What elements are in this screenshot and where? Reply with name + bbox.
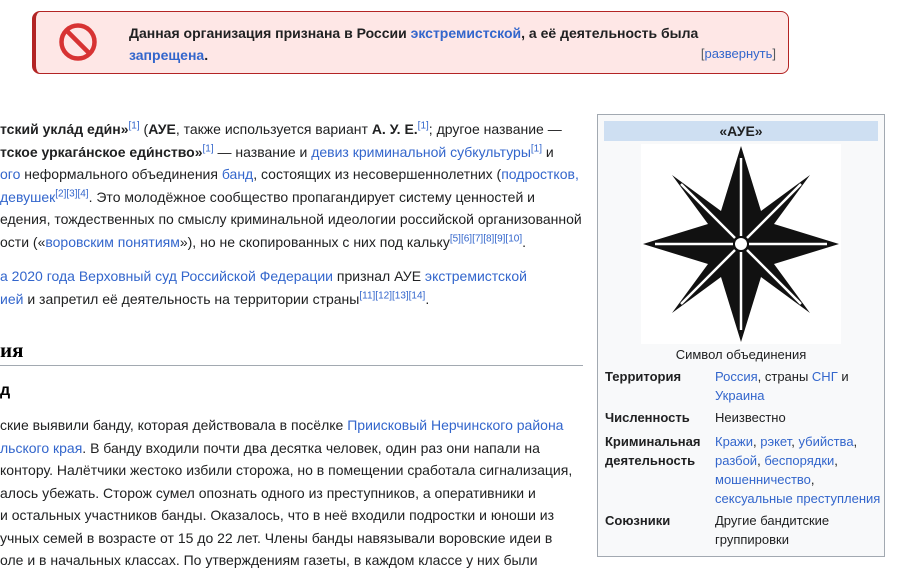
row-label: Территория	[605, 369, 682, 384]
link-murder[interactable]: убийства	[798, 434, 853, 449]
lead-line-6: ости («воровским понятиям»), но не скопи…	[0, 232, 527, 250]
link-cis[interactable]: СНГ	[812, 369, 838, 384]
link-gangs[interactable]: банд	[222, 166, 253, 182]
link-banned[interactable]: запрещена	[129, 47, 204, 63]
ref-link[interactable]: [5][6][7][8][9][10]	[450, 233, 522, 244]
body-line-3: контору. Налётчики жестоко избили сторож…	[0, 462, 573, 478]
body-line-6: учных семей в возрасте от 15 до 22 лет. …	[0, 529, 553, 546]
infobox-image[interactable]	[641, 144, 841, 344]
link-robbery[interactable]: разбой	[715, 453, 757, 468]
prohibited-icon	[59, 23, 97, 61]
infobox-title: «АУЕ»	[604, 121, 878, 141]
link-date[interactable]: а 2020 года	[0, 268, 75, 284]
notice-text: Данная организация признана в России экс…	[129, 25, 699, 63]
lead-line-2: тское уркага́нское еди́нство»[1] — назва…	[0, 142, 554, 160]
lead-line-1: тский укла́д еди́н»[1] (АУЕ, также испол…	[0, 120, 562, 137]
row-value: Россия, страны СНГ и Украина	[715, 369, 849, 403]
link-teenagers[interactable]: подростков,	[501, 166, 579, 182]
expand-link[interactable]: развернуть	[704, 46, 772, 61]
link-extremist[interactable]: экстремистской	[411, 25, 522, 41]
ref-link[interactable]: [2][3][4]	[55, 188, 88, 199]
link-extremist-org[interactable]: экстремистской	[425, 268, 527, 284]
row-value: Неизвестно	[715, 410, 786, 425]
link-fragment[interactable]: ого	[0, 166, 20, 182]
row-value: Кражи, рэкет, убийства, разбой, беспоряд…	[715, 434, 881, 506]
ref-link[interactable]: [11][12][13][14]	[359, 290, 425, 301]
body-line-1: ские выявили банду, которая действовала …	[0, 417, 564, 433]
extremist-notice-box: Данная организация признана в России экс…	[32, 11, 789, 74]
body-line-4: алось убежать. Сторож сумел опознать одн…	[0, 484, 536, 501]
row-label: Союзники	[605, 513, 671, 528]
body-line-5: и остальных участников банды. Оказалось,…	[0, 507, 555, 523]
row-value: Другие бандитские группировки	[715, 513, 830, 547]
lead-line-4: девушек[2][3][4]. Это молодёжное сообщес…	[0, 187, 535, 205]
link-ukraine[interactable]: Украина	[715, 388, 765, 403]
para2-line-2: ией и запретил её деятельность на террит…	[0, 289, 430, 307]
ref-link[interactable]: [1]	[531, 143, 542, 154]
heading-divider	[0, 365, 583, 366]
ref-link[interactable]: [1]	[418, 120, 429, 131]
infobox-caption: Символ объединения	[675, 347, 807, 362]
link-fragment[interactable]: ией	[0, 291, 23, 307]
infobox: «АУЕ» Символ объединения Территория Росс…	[597, 114, 885, 557]
link-krai[interactable]: льского края	[0, 440, 82, 456]
section-heading: ия	[0, 338, 24, 362]
lead-line-3: ого неформального объединения банд, сост…	[0, 166, 579, 182]
para2-line-1: а 2020 года Верховный суд Российской Фед…	[0, 268, 527, 284]
ref-link[interactable]: [1]	[129, 120, 140, 131]
lead-line-5: едения, тождественных по смыслу криминал…	[0, 211, 582, 227]
link-racket[interactable]: рэкет	[760, 434, 791, 449]
link-supreme-court[interactable]: Верховный суд Российской Федерации	[79, 268, 333, 284]
row-label: Криминальная деятельность	[605, 434, 701, 468]
notice-expand: [развернуть]	[700, 46, 776, 61]
eight-pointed-star-icon	[643, 146, 839, 342]
body-line-7: оле и в начальных классах. По утверждени…	[0, 552, 538, 568]
body-line-2: льского края. В банду входили почти два …	[0, 439, 540, 456]
ref-link[interactable]: [1]	[203, 143, 214, 154]
link-thieves-concepts[interactable]: воровским понятиям	[45, 234, 180, 250]
link-girls[interactable]: девушек	[0, 189, 55, 205]
link-sex-crimes[interactable]: сексуальные преступления	[715, 491, 880, 506]
link-motto[interactable]: девиз криминальной субкультуры	[311, 144, 531, 160]
link-theft[interactable]: Кражи	[715, 434, 753, 449]
link-fraud[interactable]: мошенничество	[715, 472, 811, 487]
link-priiskovy[interactable]: Приисковый	[347, 417, 427, 433]
subsection-heading: д	[0, 382, 11, 399]
link-russia[interactable]: Россия	[715, 369, 758, 384]
link-nerchinsky[interactable]: Нерчинского района	[431, 417, 563, 433]
row-label: Численность	[605, 410, 690, 425]
link-riots[interactable]: беспорядки	[764, 453, 834, 468]
